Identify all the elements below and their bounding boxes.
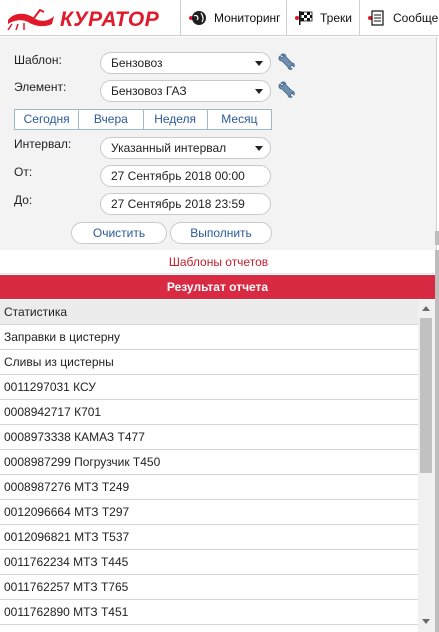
- interval-select-value: Указанный интервал: [111, 141, 227, 155]
- table-row[interactable]: 0012096821 МТЗ Т537: [0, 525, 418, 550]
- wrench-icon[interactable]: [277, 52, 297, 72]
- chevron-down-icon: [255, 89, 263, 94]
- period-month-button[interactable]: Месяц: [208, 110, 271, 129]
- clear-button[interactable]: Очистить: [71, 222, 167, 244]
- table-row[interactable]: Заправки в цистерну: [0, 325, 418, 350]
- table-row[interactable]: 0008942717 К701: [0, 400, 418, 425]
- wrench-icon[interactable]: [277, 80, 297, 100]
- element-label: Элемент:: [14, 80, 67, 94]
- report-result-table: Статистика Заправки в цистерну Сливы из …: [0, 300, 418, 632]
- table-row[interactable]: 0008973338 КАМАЗ Т477: [0, 425, 418, 450]
- checkered-flag-icon: [293, 10, 313, 26]
- template-select-value: Бензовоз: [111, 56, 163, 70]
- logo-text: КУРАТОР: [60, 8, 160, 31]
- period-buttons: Сегодня Вчера Неделя Месяц: [14, 109, 272, 130]
- nav-tracks-label: Треки: [320, 11, 352, 25]
- table-row[interactable]: 0008987276 МТЗ Т249: [0, 475, 418, 500]
- scrollbar-thumb[interactable]: [420, 318, 432, 473]
- element-select-value: Бензовоз ГАЗ: [111, 84, 187, 98]
- globe-icon: [187, 10, 206, 26]
- from-datetime-field[interactable]: 27 Сентябрь 2018 00:00: [100, 165, 271, 187]
- table-row[interactable]: 0011297031 КСУ: [0, 375, 418, 400]
- to-label: До:: [14, 193, 33, 207]
- to-datetime-value: 27 Сентябрь 2018 23:59: [111, 197, 245, 211]
- template-label: Шаблон:: [14, 53, 62, 67]
- nav-messages[interactable]: Сообще: [359, 0, 439, 36]
- table-row[interactable]: 0011762890 МТЗ Т451: [0, 600, 418, 625]
- report-form-panel: Шаблон: Бензовоз Элемент: Бензовоз ГАЗ С…: [0, 37, 437, 250]
- period-today-button[interactable]: Сегодня: [15, 110, 80, 129]
- page-scrollbar[interactable]: [435, 250, 439, 632]
- table-scrollbar[interactable]: [418, 300, 435, 632]
- table-row[interactable]: 0011762257 МТЗ Т765: [0, 575, 418, 600]
- interval-label: Интервал:: [14, 137, 72, 151]
- report-templates-link[interactable]: Шаблоны отчетов: [0, 250, 437, 274]
- table-row[interactable]: 0011762234 МТЗ Т445: [0, 550, 418, 575]
- table-row[interactable]: 0008987299 Погрузчик Т450: [0, 450, 418, 475]
- interval-select[interactable]: Указанный интервал: [100, 137, 271, 159]
- chevron-down-icon: [255, 61, 263, 66]
- nav-monitoring[interactable]: Мониторинг: [180, 0, 285, 36]
- top-header: КУРАТОР Мониторинг Треки Сообще: [0, 0, 439, 36]
- element-select[interactable]: Бензовоз ГАЗ: [100, 80, 271, 102]
- scorpion-logo-icon: [7, 8, 54, 31]
- nav-tracks[interactable]: Треки: [286, 0, 358, 36]
- scroll-up-icon[interactable]: [422, 306, 430, 311]
- panel-scrollbar[interactable]: [435, 36, 439, 250]
- app-logo[interactable]: КУРАТОР: [4, 4, 174, 32]
- to-datetime-field[interactable]: 27 Сентябрь 2018 23:59: [100, 193, 271, 215]
- report-result-header[interactable]: Результат отчета: [0, 275, 435, 299]
- period-yesterday-button[interactable]: Вчера: [79, 110, 144, 129]
- period-week-button[interactable]: Неделя: [144, 110, 208, 129]
- execute-button[interactable]: Выполнить: [170, 222, 272, 244]
- scroll-down-icon[interactable]: [422, 619, 430, 624]
- document-icon: [366, 10, 384, 26]
- nav-monitoring-label: Мониторинг: [214, 11, 281, 25]
- template-select[interactable]: Бензовоз: [100, 52, 271, 74]
- table-row[interactable]: Сливы из цистерны: [0, 350, 418, 375]
- table-row[interactable]: 0012096664 МТЗ Т297: [0, 500, 418, 525]
- chevron-down-icon: [255, 146, 263, 151]
- from-datetime-value: 27 Сентябрь 2018 00:00: [111, 169, 245, 183]
- nav-messages-label: Сообще: [393, 11, 439, 25]
- from-label: От:: [14, 165, 33, 179]
- table-header[interactable]: Статистика: [0, 300, 418, 325]
